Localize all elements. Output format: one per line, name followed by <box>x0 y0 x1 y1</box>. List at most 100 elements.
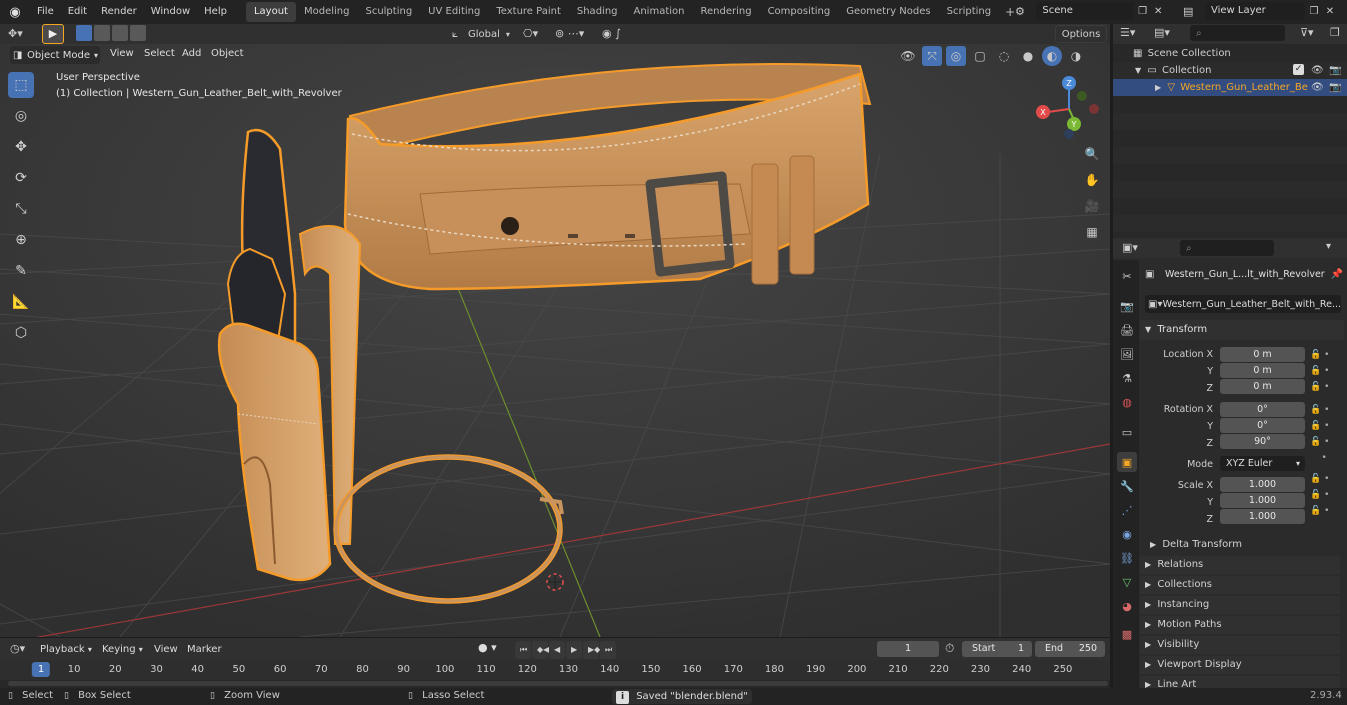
scene-name-field[interactable]: Scene <box>1036 2 1134 20</box>
transform-orientation[interactable]: ⟀ Global ▾ <box>452 25 518 43</box>
pivot-point-button[interactable]: ⎔▾ <box>523 25 553 43</box>
scale-tool-icon[interactable]: ⤡ <box>8 196 34 222</box>
playback-menu[interactable]: Playback ▾ <box>40 644 92 655</box>
proportional-edit-button[interactable]: ◉ ∫ <box>602 25 642 43</box>
tab-compositing[interactable]: Compositing <box>760 2 839 22</box>
mode-selector[interactable]: ◨ Object Mode ▾ <box>10 46 100 64</box>
rotation-z-field[interactable]: 90° <box>1220 434 1305 449</box>
options-dropdown[interactable]: Options ▾ <box>1055 25 1107 57</box>
tab-uv-editing[interactable]: UV Editing <box>420 2 488 22</box>
instancing-section[interactable]: ▶ Instancing <box>1140 596 1340 614</box>
outliner-row-object[interactable]: ▶ ▽ Western_Gun_Leather_Be 👁 📷 <box>1113 79 1347 96</box>
lock-icon[interactable]: 🔓 • <box>1310 471 1340 487</box>
lock-icon[interactable]: 🔓 • <box>1310 347 1340 363</box>
lock-icon[interactable]: 🔓 • <box>1310 418 1340 434</box>
new-view-layer-icon[interactable]: ❐ <box>1305 6 1323 17</box>
render-camera-icon[interactable]: 📷 <box>1329 62 1341 79</box>
outliner-row-collection[interactable]: ▼ ▭ Collection ✓ 👁 📷 <box>1113 62 1347 79</box>
scale-y-field[interactable]: 1.000 <box>1220 493 1305 508</box>
eye-icon[interactable]: 👁 <box>1311 79 1324 96</box>
transform-tool-icon[interactable]: ⊕ <box>8 227 34 253</box>
menu-add[interactable]: Add <box>182 48 201 59</box>
timeline-view-menu[interactable]: View <box>154 644 178 655</box>
stopwatch-icon[interactable]: ⏱ <box>945 641 954 656</box>
material-tab-icon[interactable]: ◕ <box>1117 596 1137 616</box>
auto-keying-button[interactable]: ● ▾ <box>478 641 508 657</box>
tab-shading[interactable]: Shading <box>569 2 626 22</box>
render-camera-icon[interactable]: 📷 <box>1329 79 1341 96</box>
jump-end-icon[interactable]: ⏭ <box>600 641 616 659</box>
end-frame-field[interactable]: End 250 <box>1035 641 1105 657</box>
lock-icon[interactable]: 🔓 • <box>1310 503 1340 519</box>
rendered-shading-icon[interactable]: ◑ <box>1066 46 1086 66</box>
cursor-tool-icon[interactable]: ◎ <box>8 103 34 129</box>
scene-selector[interactable]: ⚙ Scene ❐ ✕ <box>1015 2 1165 20</box>
rotation-x-field[interactable]: 0° <box>1220 402 1305 417</box>
lock-icon[interactable]: 🔓 • <box>1310 487 1340 503</box>
properties-editor-type-icon[interactable]: ▣▾ <box>1122 241 1138 254</box>
outliner-display-mode-icon[interactable]: ☰▾ <box>1120 26 1135 39</box>
annotate-tool-icon[interactable]: ✎ <box>8 258 34 284</box>
outliner-search-input[interactable]: ⌕ <box>1190 25 1285 41</box>
selection-mode-buttons[interactable] <box>76 25 146 43</box>
view-layer-selector[interactable]: ▤ View Layer ❐ ✕ <box>1183 2 1347 20</box>
object-name-label[interactable]: Western_Gun_L...lt_with_Revolver <box>1165 269 1325 280</box>
3d-viewport[interactable]: User Perspective (1) Collection | Wester… <box>0 44 1110 637</box>
disclosure-triangle-icon[interactable]: ▼ <box>1135 66 1141 75</box>
eye-icon[interactable]: 👁 <box>1311 62 1324 79</box>
physics-tab-icon[interactable]: ◉ <box>1117 524 1137 544</box>
disclosure-triangle-icon[interactable]: ▶ <box>1155 83 1161 92</box>
new-scene-icon[interactable]: ❐ <box>1134 6 1152 17</box>
menu-file[interactable]: File <box>30 0 61 24</box>
rotate-tool-icon[interactable]: ⟳ <box>8 165 34 191</box>
overlays-toggle-icon[interactable]: ◎ <box>946 46 966 66</box>
timeline-marker-menu[interactable]: Marker <box>187 644 222 655</box>
select-invert-icon[interactable] <box>130 25 146 41</box>
wireframe-shading-icon[interactable]: ◌ <box>994 46 1014 66</box>
collection-checkbox[interactable]: ✓ <box>1293 64 1304 75</box>
tab-scripting[interactable]: Scripting <box>939 2 999 22</box>
delete-view-layer-icon[interactable]: ✕ <box>1323 6 1337 17</box>
properties-options-icon[interactable]: ▾ <box>1326 241 1331 252</box>
editor-type-button[interactable]: ✥▾ <box>8 25 34 43</box>
move-tool-icon[interactable]: ✥ <box>8 134 34 160</box>
motion-paths-section[interactable]: ▶ Motion Paths <box>1140 616 1340 634</box>
delta-transform-section[interactable]: ▶ Delta Transform <box>1150 536 1344 554</box>
view-layer-field[interactable]: View Layer <box>1205 2 1305 20</box>
menu-select[interactable]: Select <box>144 48 175 59</box>
outliner-row-scene-collection[interactable]: ▦ Scene Collection <box>1113 45 1347 62</box>
play-reverse-icon[interactable]: ◀ <box>549 641 565 659</box>
tab-animation[interactable]: Animation <box>626 2 693 22</box>
viewport-scene[interactable] <box>0 44 1110 637</box>
output-tab-icon[interactable]: 🖨 <box>1117 320 1137 340</box>
menu-help[interactable]: Help <box>197 0 234 24</box>
tab-geometry-nodes[interactable]: Geometry Nodes <box>838 2 938 22</box>
transform-section-header[interactable]: ▼ Transform <box>1140 320 1344 340</box>
tool-tab-icon[interactable]: ✂ <box>1117 266 1137 286</box>
next-keyframe-icon[interactable]: ▶◆ <box>583 641 600 659</box>
select-box-tool-icon[interactable]: ⬚ <box>8 72 34 98</box>
visibility-icon[interactable]: 👁 <box>898 46 918 66</box>
menu-edit[interactable]: Edit <box>61 0 94 24</box>
jump-start-icon[interactable]: ⏮ <box>515 641 531 659</box>
pan-hand-icon[interactable]: ✋ <box>1082 170 1102 190</box>
tab-sculpting[interactable]: Sculpting <box>357 2 420 22</box>
outliner-filter-mode-icon[interactable]: ▤▾ <box>1154 26 1170 39</box>
play-icon[interactable]: ▶ <box>566 641 582 659</box>
measure-tool-icon[interactable]: 📐 <box>8 289 34 315</box>
rotation-y-field[interactable]: 0° <box>1220 418 1305 433</box>
visibility-section[interactable]: ▶ Visibility <box>1140 636 1340 654</box>
scale-x-field[interactable]: 1.000 <box>1220 477 1305 492</box>
render-tab-icon[interactable]: 📷 <box>1117 296 1137 316</box>
select-mode-button[interactable]: ▶ <box>42 24 64 44</box>
menu-object[interactable]: Object <box>211 48 244 59</box>
material-shading-icon[interactable]: ◐ <box>1042 46 1062 66</box>
delete-scene-icon[interactable]: ✕ <box>1151 6 1165 17</box>
zoom-icon[interactable]: 🔍 <box>1082 144 1102 164</box>
navigation-gizmo[interactable]: Z X Y <box>1032 74 1102 144</box>
menu-window[interactable]: Window <box>144 0 197 24</box>
lock-icon[interactable]: 🔓 • <box>1310 379 1340 395</box>
rotation-mode-dropdown[interactable]: XYZ Euler ▾ <box>1220 456 1305 471</box>
tab-layout[interactable]: Layout <box>245 2 296 22</box>
tab-modeling[interactable]: Modeling <box>296 2 358 22</box>
